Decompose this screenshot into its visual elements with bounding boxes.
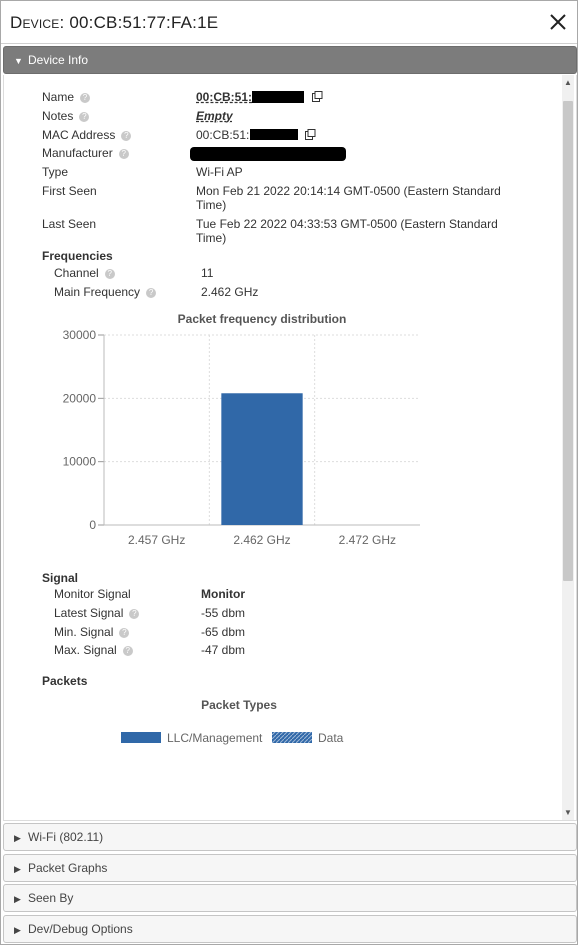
scrollbar[interactable]: ▲ ▼ xyxy=(562,75,574,820)
chart-title: Packet Types xyxy=(201,698,277,712)
x-tick-label: 2.457 GHz xyxy=(128,533,185,547)
y-tick-label: 20000 xyxy=(63,391,97,405)
notes-value[interactable]: Empty xyxy=(196,109,233,123)
scroll-down-icon[interactable]: ▼ xyxy=(562,808,574,818)
y-tick-label: 30000 xyxy=(63,328,97,342)
help-icon[interactable]: ? xyxy=(79,112,90,122)
last-seen-value-line1: Tue Feb 22 2022 04:33:53 GMT-0500 (Easte… xyxy=(196,217,498,231)
help-icon[interactable]: ? xyxy=(122,646,133,656)
device-window: Device: 00:CB:51:77:FA:1E ▼ Device Info N… xyxy=(0,0,578,945)
scrollbar-thumb[interactable] xyxy=(563,101,573,581)
latest-signal-value: -55 dbm xyxy=(201,606,246,620)
help-icon[interactable]: ? xyxy=(146,288,157,298)
legend-label: Data xyxy=(318,731,344,745)
y-tick-label: 10000 xyxy=(63,455,97,469)
channel-value: 11 xyxy=(201,266,214,280)
monitor-signal-value: Monitor xyxy=(201,587,245,601)
mac-label: MAC Address? xyxy=(42,128,132,142)
min-signal-label: Min. Signal? xyxy=(54,625,130,639)
x-tick-label: 2.462 GHz xyxy=(233,533,290,547)
packet-types-chart: Packet Types LLC/Management Data xyxy=(121,698,344,820)
help-icon[interactable]: ? xyxy=(121,131,132,141)
packet-frequency-chart: Packet frequency distribution 0 10000 20000… xyxy=(63,312,420,547)
x-tick-label: 2.472 GHz xyxy=(339,533,396,547)
frequencies-heading: Frequencies xyxy=(42,249,113,263)
accordion-device-info-label: Device Info xyxy=(28,53,89,67)
window-title: Device: 00:CB:51:77:FA:1E xyxy=(10,13,219,32)
copy-icon[interactable] xyxy=(305,129,316,143)
triangle-right-icon: ▶ xyxy=(14,925,21,935)
notes-label: Notes? xyxy=(42,109,90,123)
redaction-box xyxy=(252,91,304,103)
accordion-wifi-label: Wi-Fi (802.11) xyxy=(28,830,104,844)
pie-slice xyxy=(231,819,240,820)
monitor-signal-label: Monitor Signal xyxy=(54,587,131,601)
accordion-packet-graphs-label: Packet Graphs xyxy=(28,861,108,875)
latest-signal-label: Latest Signal? xyxy=(54,606,140,620)
first-seen-value-line1: Mon Feb 21 2022 20:14:14 GMT-0500 (Easte… xyxy=(196,184,501,198)
title-bar: Device: 00:CB:51:77:FA:1E xyxy=(1,1,577,44)
help-icon[interactable]: ? xyxy=(129,609,140,619)
copy-icon[interactable] xyxy=(312,91,323,105)
last-seen-label: Last Seen xyxy=(42,217,97,231)
name-label: Name? xyxy=(42,90,91,104)
type-label: Type xyxy=(42,165,69,179)
first-seen-value-line2: Time) xyxy=(196,198,227,212)
triangle-right-icon: ▶ xyxy=(14,894,21,904)
signal-heading: Signal xyxy=(42,571,79,585)
close-icon[interactable] xyxy=(547,11,569,33)
pie-slice xyxy=(238,819,247,820)
help-icon[interactable]: ? xyxy=(104,269,115,279)
triangle-down-icon: ▼ xyxy=(14,56,23,66)
accordion-packet-graphs[interactable]: ▶ Packet Graphs xyxy=(3,854,577,882)
help-icon[interactable]: ? xyxy=(119,628,130,638)
y-tick-label: 0 xyxy=(89,518,96,532)
accordion-debug[interactable]: ▶ Dev/Debug Options xyxy=(3,915,577,943)
main-frequency-value: 2.462 GHz xyxy=(201,285,259,299)
bar xyxy=(221,393,303,525)
last-seen-value-line2: Time) xyxy=(196,231,227,245)
chart-title: Packet frequency distribution xyxy=(178,312,347,326)
channel-label: Channel? xyxy=(54,266,115,280)
redaction-box xyxy=(190,147,346,161)
accordion-debug-label: Dev/Debug Options xyxy=(28,922,133,936)
max-signal-value: -47 dbm xyxy=(201,643,246,657)
legend-swatch xyxy=(272,732,312,743)
redaction-box xyxy=(250,129,298,140)
packets-heading: Packets xyxy=(42,674,88,688)
manufacturer-label: Manufacturer? xyxy=(42,146,129,160)
triangle-right-icon: ▶ xyxy=(14,833,21,843)
max-signal-label: Max. Signal? xyxy=(54,643,133,657)
main-frequency-label: Main Frequency? xyxy=(54,285,157,299)
accordion-device-info[interactable]: ▼ Device Info xyxy=(3,46,577,74)
help-icon[interactable]: ? xyxy=(80,93,91,103)
accordion-seen-by-label: Seen By xyxy=(28,891,74,905)
legend-label: LLC/Management xyxy=(167,731,263,745)
accordion-seen-by[interactable]: ▶ Seen By xyxy=(3,884,577,912)
type-value: Wi-Fi AP xyxy=(196,165,243,179)
triangle-right-icon: ▶ xyxy=(14,864,21,874)
min-signal-value: -65 dbm xyxy=(201,625,246,639)
help-icon[interactable]: ? xyxy=(118,149,129,159)
legend-swatch xyxy=(121,732,161,743)
accordion-wifi[interactable]: ▶ Wi-Fi (802.11) xyxy=(3,823,577,851)
scroll-up-icon[interactable]: ▲ xyxy=(562,78,574,88)
device-info-panel: Name? 00:CB:51: Notes? Empty MAC Address… xyxy=(3,75,577,821)
first-seen-label: First Seen xyxy=(42,184,97,198)
